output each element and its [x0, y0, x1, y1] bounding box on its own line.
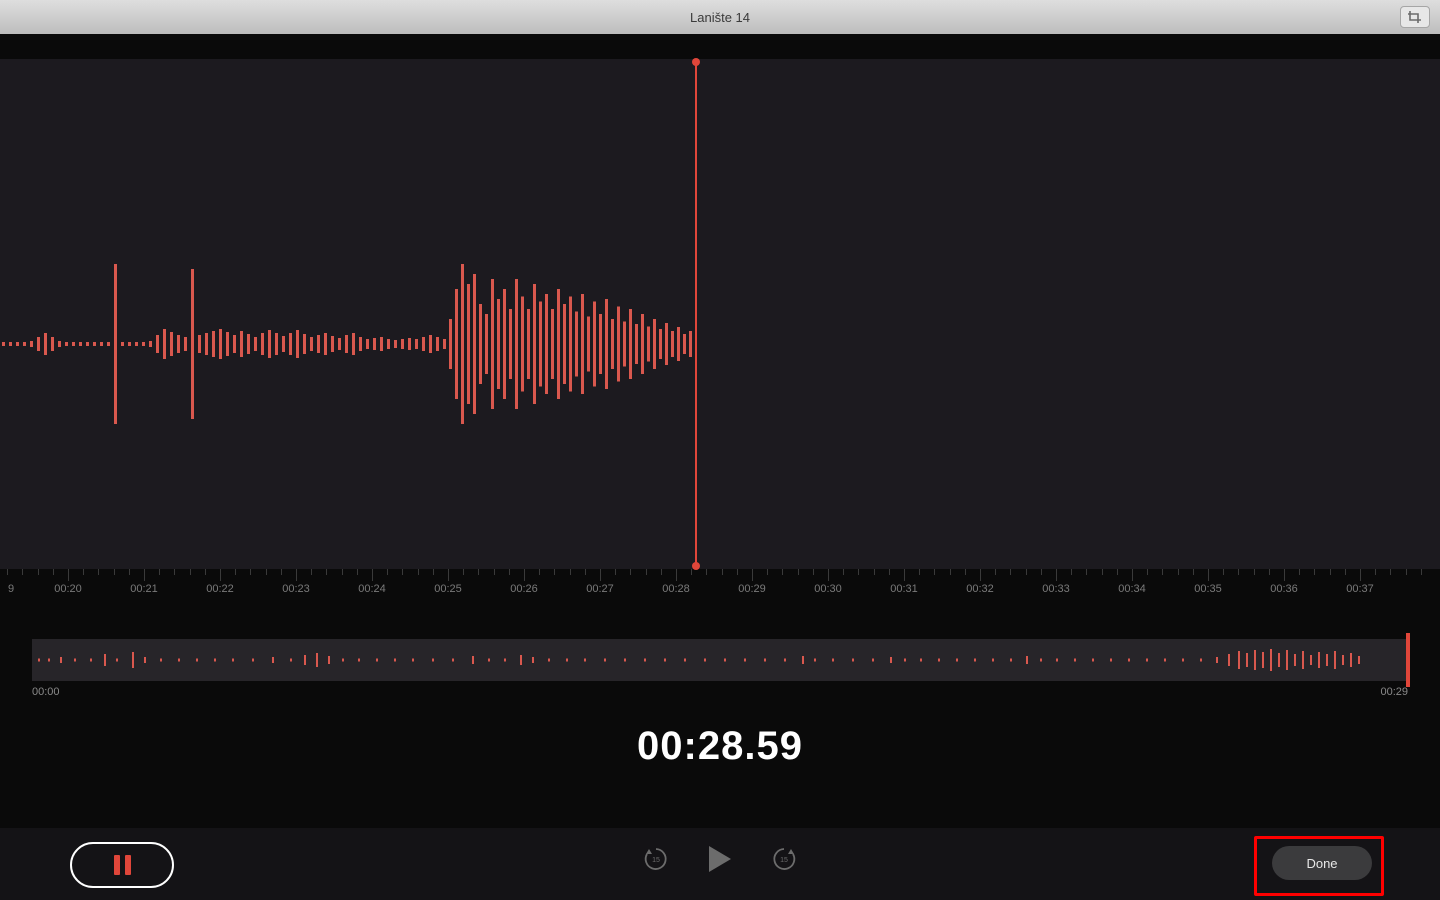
overview-playhead[interactable] — [1406, 633, 1410, 687]
skip-back-button[interactable]: 15 — [643, 846, 669, 872]
ruler-ticks — [0, 569, 1440, 581]
skip-forward-button[interactable]: 15 — [771, 846, 797, 872]
overview-end-time: 00:29 — [1380, 686, 1408, 698]
playhead[interactable] — [695, 59, 697, 569]
current-time-display: 00:28.59 — [0, 724, 1440, 769]
editor-main: 900:2000:2100:2200:2300:2400:2500:2600:2… — [0, 34, 1440, 900]
play-button[interactable] — [709, 846, 731, 872]
done-button[interactable]: Done — [1272, 846, 1372, 880]
playhead-dot-top — [692, 58, 700, 66]
svg-text:15: 15 — [652, 857, 660, 864]
svg-text:15: 15 — [780, 857, 788, 864]
ruler-labels: 900:2000:2100:2200:2300:2400:2500:2600:2… — [0, 583, 1440, 599]
pause-button[interactable] — [70, 842, 174, 888]
skip-forward-icon: 15 — [771, 846, 797, 872]
skip-back-icon: 15 — [643, 846, 669, 872]
waveform-overview[interactable] — [32, 639, 1408, 681]
waveform-area[interactable] — [0, 59, 1440, 569]
time-ruler[interactable]: 900:2000:2100:2200:2300:2400:2500:2600:2… — [0, 569, 1440, 605]
pause-icon — [114, 855, 131, 875]
crop-icon — [1407, 11, 1423, 23]
overview-start-time: 00:00 — [32, 686, 60, 698]
control-bar: 15 15 Done — [0, 828, 1440, 900]
overview-waveform — [32, 639, 1408, 681]
titlebar: Lanište 14 — [0, 0, 1440, 35]
overview-times: 00:00 00:29 — [32, 686, 1408, 704]
trim-button[interactable] — [1400, 6, 1430, 28]
done-button-label: Done — [1306, 856, 1337, 871]
waveform-main — [0, 59, 1440, 569]
window-title: Lanište 14 — [690, 10, 750, 25]
center-controls: 15 15 — [643, 846, 797, 872]
